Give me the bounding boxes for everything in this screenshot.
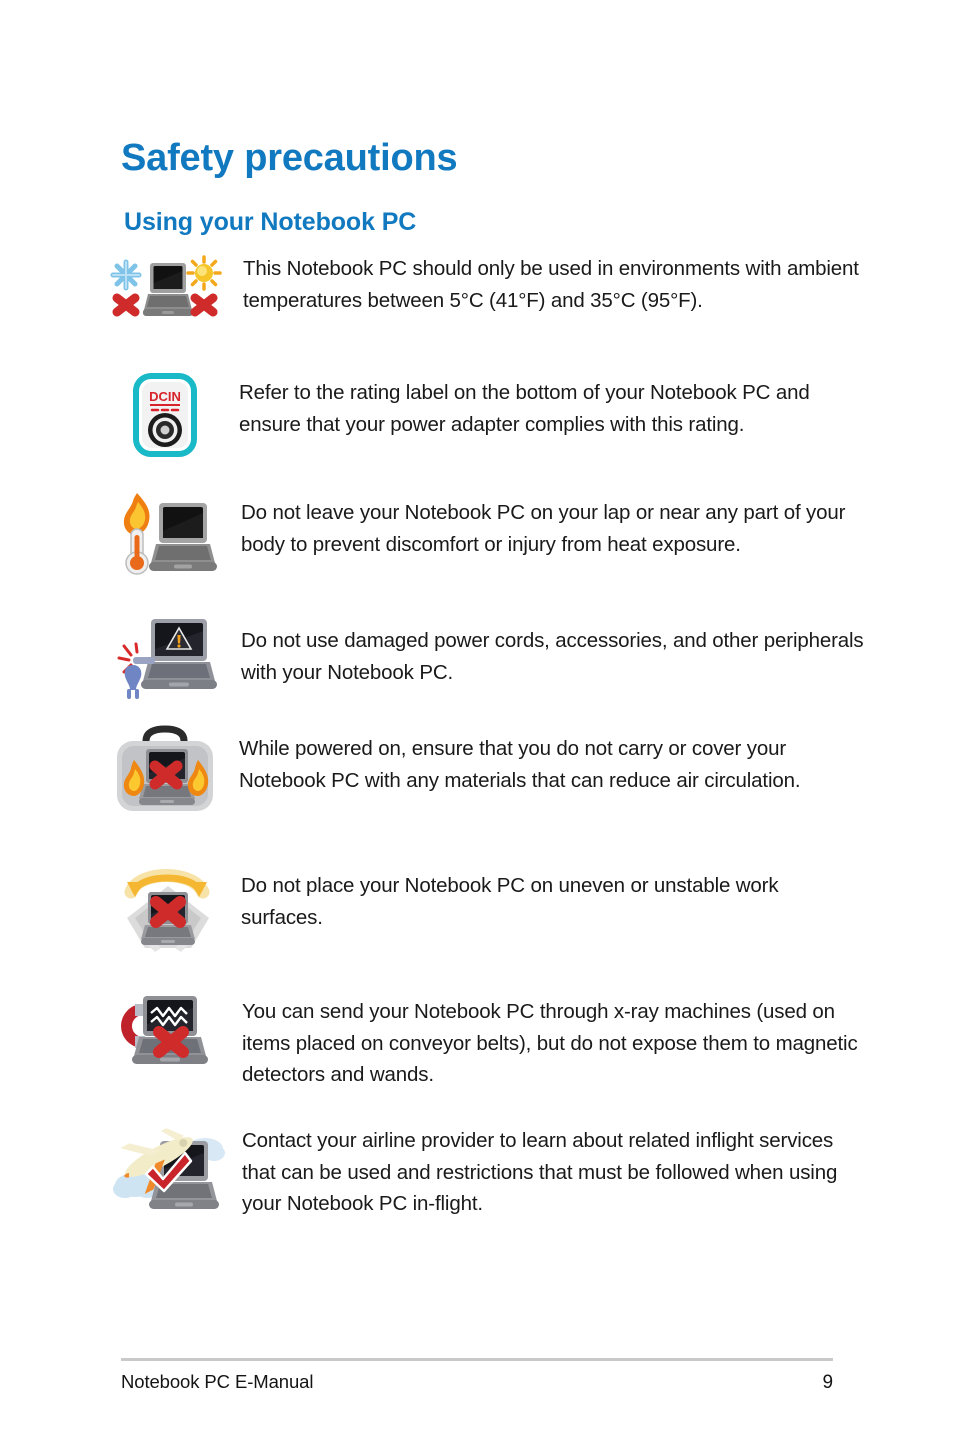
uneven-surface-icon	[113, 860, 223, 952]
safety-note-item: Do not use damaged power cords, accessor…	[105, 613, 865, 721]
footer-document-name: Notebook PC E-Manual	[121, 1371, 314, 1392]
power-jack-icon	[148, 413, 182, 447]
red-x-icon	[153, 1026, 189, 1058]
safety-note-item: Do not place your Notebook PC on uneven …	[105, 854, 865, 984]
dc-in-label-text: DCIN	[149, 389, 181, 404]
do-not-cover-icon	[113, 725, 221, 817]
safety-notes-list: This Notebook PC should only be used in …	[105, 243, 865, 1255]
inflight-use-icon	[113, 1119, 228, 1219]
safety-note-item: You can send your Notebook PC through x-…	[105, 984, 865, 1115]
safety-note-text: Refer to the rating label on the bottom …	[239, 381, 810, 436]
page-footer: Notebook PC E-Manual 9	[121, 1371, 833, 1394]
plug-icon	[124, 665, 142, 699]
safety-note-text: You can send your Notebook PC through x-…	[242, 1000, 858, 1086]
safety-note-text: Do not leave your Notebook PC on your la…	[241, 501, 846, 556]
safety-note-text: Do not place your Notebook PC on uneven …	[241, 874, 779, 929]
footer-divider	[121, 1358, 833, 1361]
safety-note-text: Do not use damaged power cords, accessor…	[241, 629, 864, 684]
thermometer-icon	[125, 528, 149, 575]
safety-note-item: DCIN Refer to the rating label on the bo…	[105, 365, 865, 485]
dc-in-rating-label-icon: DCIN	[133, 373, 229, 459]
safety-note-text: Contact your airline provider to learn a…	[242, 1129, 838, 1215]
page-title: Safety precautions	[121, 137, 458, 180]
safety-note-item: While powered on, ensure that you do not…	[105, 721, 865, 854]
manual-page: Safety precautions Using your Notebook P…	[0, 0, 954, 1438]
temperature-range-icon	[107, 251, 225, 323]
safety-note-item: Contact your airline provider to learn a…	[105, 1115, 865, 1255]
damaged-power-cord-icon	[109, 613, 219, 701]
safety-note-text: While powered on, ensure that you do not…	[239, 737, 801, 792]
red-x-icon	[149, 760, 183, 790]
safety-note-item: Do not leave your Notebook PC on your la…	[105, 485, 865, 613]
safety-note-item: This Notebook PC should only be used in …	[105, 243, 865, 365]
section-title: Using your Notebook PC	[124, 207, 417, 236]
magnetic-detector-icon	[109, 990, 224, 1082]
safety-note-text: This Notebook PC should only be used in …	[243, 257, 859, 312]
red-x-icon	[150, 896, 186, 928]
footer-page-number: 9	[822, 1372, 834, 1393]
heat-exposure-icon	[113, 491, 223, 579]
